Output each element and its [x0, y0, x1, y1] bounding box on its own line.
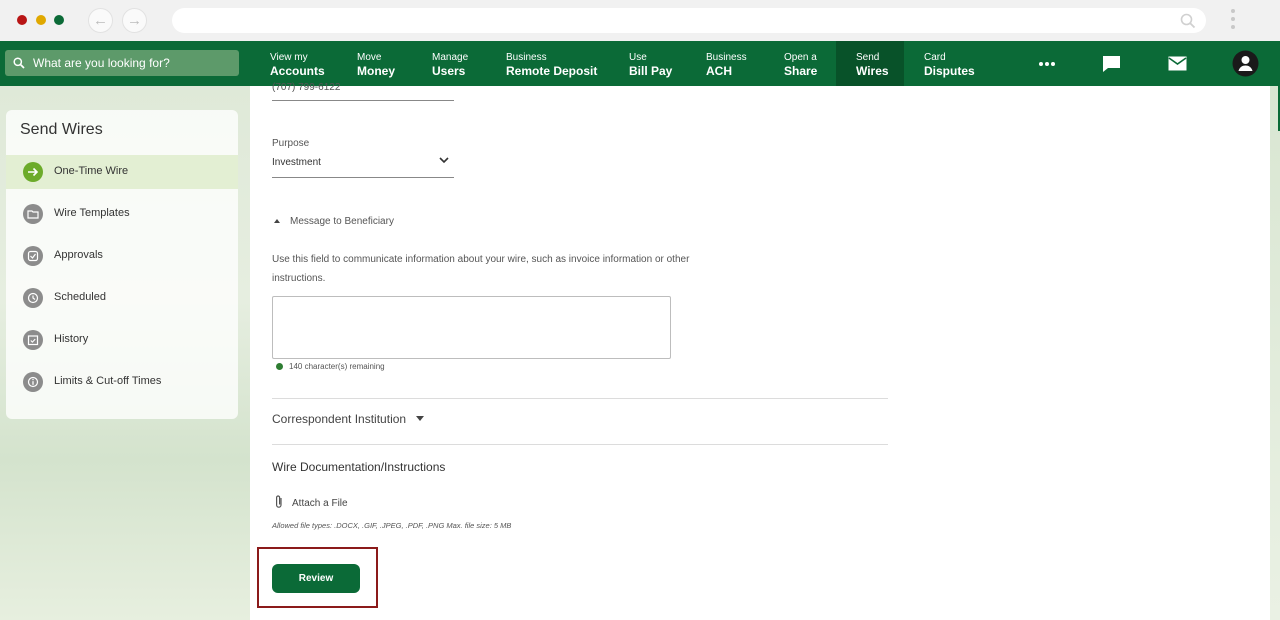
- nav-label-top: Open a: [784, 52, 817, 63]
- minimize-window-dot[interactable]: [36, 15, 46, 25]
- nav-view-accounts[interactable]: View my Accounts: [270, 41, 325, 86]
- nav-manage-users[interactable]: Manage Users: [432, 41, 468, 86]
- section-divider: [272, 398, 888, 399]
- nav-label-main: Money: [357, 64, 396, 78]
- nav-label-top: Use: [629, 52, 647, 63]
- nav-remote-deposit[interactable]: Business Remote Deposit: [506, 41, 597, 86]
- nav-label-top: View my: [270, 52, 308, 63]
- nav-label-main: Bill Pay: [629, 64, 673, 78]
- wire-documentation-title: Wire Documentation/Instructions: [272, 460, 446, 474]
- nav-label-top: Send: [856, 52, 880, 63]
- purpose-selected-value: Investment: [272, 157, 321, 168]
- nav-bill-pay[interactable]: Use Bill Pay: [629, 41, 672, 86]
- message-textarea[interactable]: [272, 296, 671, 359]
- browser-menu-icon[interactable]: [1231, 9, 1237, 33]
- sidebar-card: Send Wires One-Time Wire Wire Templates …: [6, 110, 238, 419]
- characters-remaining-label: 140 character(s) remaining: [289, 362, 385, 371]
- maximize-window-dot[interactable]: [54, 15, 64, 25]
- nav-label-top: Business: [506, 52, 547, 63]
- search-icon: [13, 57, 25, 69]
- clock-icon: [23, 288, 43, 308]
- sidebar-item-wire-templates[interactable]: Wire Templates: [6, 197, 238, 231]
- nav-business-ach[interactable]: Business ACH: [706, 41, 747, 86]
- sidebar-item-label: Limits & Cut-off Times: [54, 375, 162, 387]
- nav-label-top: Move: [357, 52, 382, 63]
- chevron-down-icon: [439, 157, 449, 164]
- correspondent-institution-label: Correspondent Institution: [272, 412, 407, 426]
- check-circle-icon: [276, 363, 283, 370]
- nav-label-main: Accounts: [270, 64, 325, 78]
- sidebar-item-label: History: [54, 333, 89, 345]
- nav-send-wires[interactable]: Send Wires: [836, 41, 904, 86]
- nav-label-top: Business: [706, 52, 747, 63]
- top-navigation: What are you looking for? View my Accoun…: [0, 41, 1280, 86]
- nav-label-main: Disputes: [924, 64, 975, 78]
- nav-label-main: ACH: [706, 64, 732, 78]
- folder-icon: [23, 204, 43, 224]
- caret-down-icon: [416, 416, 425, 421]
- sidebar-title: Send Wires: [20, 121, 103, 138]
- attach-file-button[interactable]: Attach a File: [274, 494, 348, 509]
- sidebar-item-approvals[interactable]: Approvals: [6, 239, 238, 273]
- sidebar-item-one-time-wire[interactable]: One-Time Wire: [6, 155, 238, 189]
- arrow-right-icon: [23, 162, 43, 182]
- sidebar-item-label: Approvals: [54, 249, 103, 261]
- nav-card-disputes[interactable]: Card Disputes: [924, 41, 975, 86]
- nav-label-main: Wires: [856, 64, 889, 78]
- purpose-label: Purpose: [272, 138, 310, 149]
- sidebar-item-label: One-Time Wire: [54, 165, 129, 177]
- paperclip-icon: [276, 495, 282, 508]
- mail-icon[interactable]: [1166, 41, 1188, 86]
- badge-check-icon: [23, 246, 43, 266]
- chat-icon[interactable]: [1100, 41, 1122, 86]
- nav-open-share[interactable]: Open a Share: [784, 41, 817, 86]
- caret-up-icon: [274, 219, 280, 223]
- user-icon[interactable]: [1231, 41, 1259, 86]
- message-help-text: Use this field to communicate informatio…: [272, 254, 690, 284]
- info-icon: [23, 372, 43, 392]
- nav-move-money[interactable]: Move Money: [357, 41, 395, 86]
- wire-form: (707) 799-6122 Purpose Investment Messag…: [250, 82, 1270, 620]
- sidebar-item-label: Wire Templates: [54, 207, 130, 219]
- phone-field-underline: [272, 100, 454, 101]
- review-button-highlight: [257, 547, 378, 608]
- section-divider: [272, 444, 888, 445]
- browser-chrome: ← →: [0, 0, 1280, 41]
- message-to-beneficiary-toggle[interactable]: Message to Beneficiary: [274, 216, 394, 227]
- purpose-select[interactable]: Investment: [272, 152, 454, 178]
- search-icon: [1180, 13, 1196, 29]
- right-background: [1270, 86, 1280, 620]
- forward-arrow-icon[interactable]: →: [122, 8, 147, 33]
- calendar-check-icon: [23, 330, 43, 350]
- site-search-placeholder: What are you looking for?: [33, 56, 170, 70]
- back-arrow-icon[interactable]: ←: [88, 8, 113, 33]
- phone-field-value[interactable]: (707) 799-6122: [272, 82, 340, 93]
- correspondent-institution-toggle[interactable]: Correspondent Institution: [272, 412, 425, 426]
- sidebar-item-history[interactable]: History: [6, 323, 238, 357]
- allowed-file-types: Allowed file types: .DOCX, .GIF, .JPEG, …: [272, 521, 512, 530]
- sidebar-item-limits[interactable]: Limits & Cut-off Times: [6, 365, 238, 399]
- site-search-input[interactable]: What are you looking for?: [5, 50, 239, 76]
- attach-file-label: Attach a File: [292, 498, 348, 509]
- message-toggle-label: Message to Beneficiary: [290, 216, 394, 227]
- sidebar-item-label: Scheduled: [54, 291, 106, 303]
- ellipsis-icon[interactable]: [1034, 41, 1060, 86]
- nav-label-top: Card: [924, 52, 946, 63]
- sidebar-item-scheduled[interactable]: Scheduled: [6, 281, 238, 315]
- address-bar[interactable]: [172, 8, 1206, 33]
- characters-remaining: 140 character(s) remaining: [276, 362, 385, 371]
- nav-label-top: Manage: [432, 52, 469, 63]
- nav-label-main: Users: [432, 64, 466, 78]
- close-window-dot[interactable]: [17, 15, 27, 25]
- nav-label-main: Share: [784, 64, 818, 78]
- nav-label-main: Remote Deposit: [506, 64, 598, 78]
